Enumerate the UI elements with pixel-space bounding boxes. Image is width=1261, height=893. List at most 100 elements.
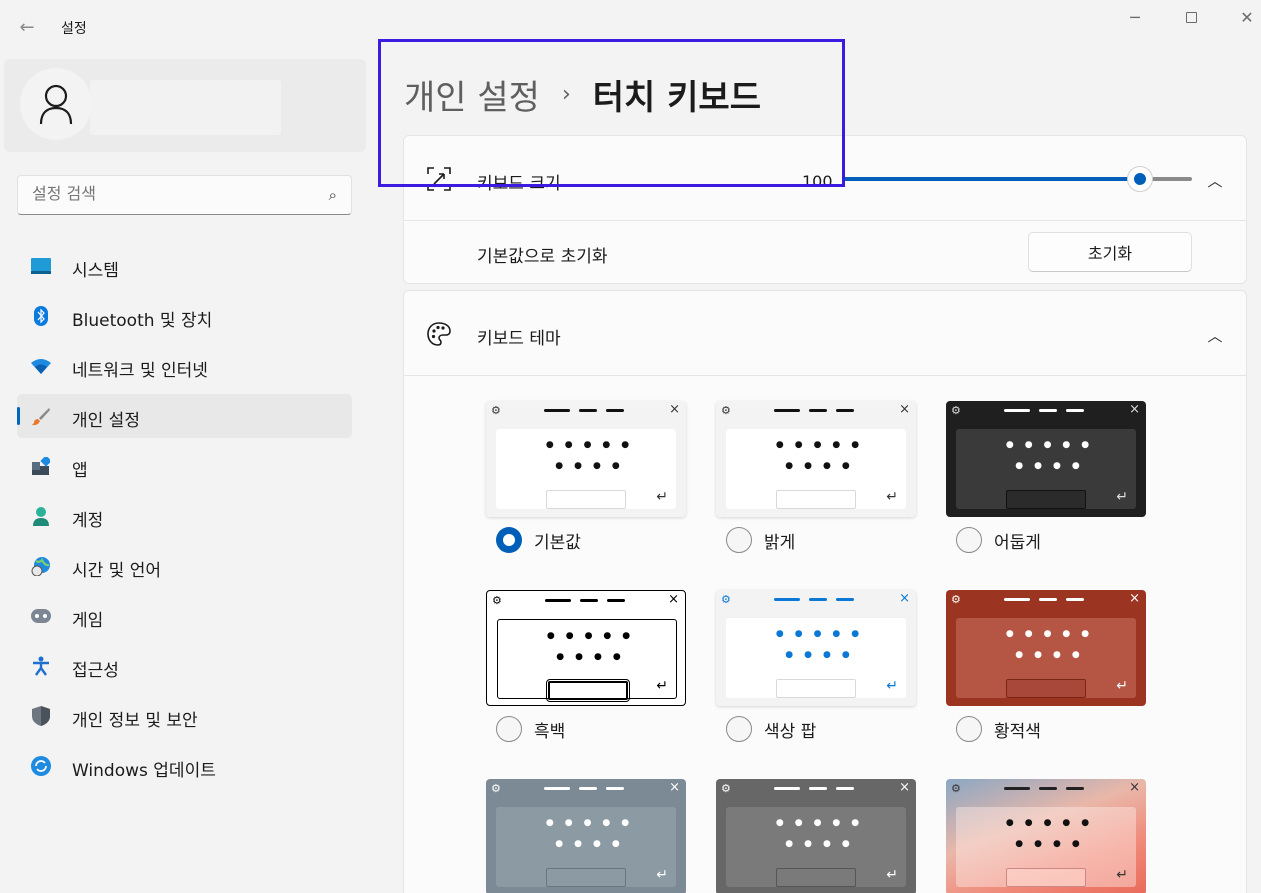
- person-icon: [39, 84, 73, 125]
- radio-button[interactable]: [956, 716, 982, 742]
- reset-button[interactable]: 초기화: [1028, 232, 1192, 272]
- enter-icon: ↵: [656, 489, 668, 505]
- enter-icon: ↵: [886, 489, 898, 505]
- sidebar-item-privacy-security[interactable]: 개인 정보 및 보안: [17, 694, 352, 738]
- close-icon: ×: [668, 592, 679, 607]
- gear-icon: ⚙: [721, 404, 731, 417]
- arrow-left-icon: ←: [19, 17, 35, 38]
- sidebar-item-label: 앱: [72, 461, 88, 481]
- sidebar-item-label: Windows 업데이트: [72, 761, 216, 781]
- sidebar-item-time-language[interactable]: 시간 및 언어: [17, 544, 352, 588]
- preview-lines: [544, 787, 624, 790]
- preview-lines: [1004, 787, 1084, 790]
- theme-preview[interactable]: ⚙ × ●●●●● ●●●● ↵: [946, 590, 1146, 706]
- theme-label: 어둡게: [994, 532, 1041, 553]
- search-box[interactable]: ⌕: [17, 175, 352, 215]
- close-button[interactable]: ✕: [1227, 6, 1261, 30]
- sidebar-item-personalization[interactable]: 개인 설정: [17, 394, 352, 438]
- system-icon: [31, 256, 51, 276]
- enter-icon: ↵: [656, 678, 668, 694]
- sidebar-item-label: 개인 설정: [72, 411, 140, 431]
- theme-radio-row[interactable]: 흑백: [496, 716, 565, 742]
- sidebar-item-windows-update[interactable]: Windows 업데이트: [17, 744, 352, 788]
- preview-lines: [1004, 598, 1084, 601]
- preview-lines: [774, 409, 854, 412]
- theme-radio-row[interactable]: 황적색: [956, 716, 1041, 742]
- gear-icon: ⚙: [492, 594, 502, 607]
- user-profile[interactable]: [4, 59, 366, 152]
- close-icon: ×: [899, 402, 910, 417]
- theme-label: 흑백: [534, 721, 566, 742]
- slider-thumb[interactable]: [1126, 166, 1153, 192]
- shield-icon: [31, 706, 51, 726]
- sidebar-nav: 시스템 Bluetooth 및 장치 네트워크 및 인터넷 개인 설정 앱 계정…: [17, 244, 352, 794]
- sidebar-item-apps[interactable]: 앱: [17, 444, 352, 488]
- close-icon: ×: [669, 780, 680, 795]
- theme-radio-row[interactable]: 밝게: [726, 527, 795, 553]
- close-icon: ×: [669, 402, 680, 417]
- theme-preview[interactable]: ⚙ × ●●●●● ●●●● ↵: [946, 779, 1146, 893]
- preview-body: ●●●●● ●●●● ↵: [956, 618, 1136, 698]
- apps-icon: [31, 456, 51, 476]
- theme-label: 기본값: [534, 532, 581, 553]
- enter-icon: ↵: [1116, 678, 1128, 694]
- sidebar-item-network[interactable]: 네트워크 및 인터넷: [17, 344, 352, 388]
- palette-icon: [426, 321, 452, 347]
- enter-icon: ↵: [1116, 489, 1128, 505]
- back-button[interactable]: ←: [16, 16, 38, 40]
- theme-radio-row[interactable]: 색상 팝: [726, 716, 816, 742]
- sidebar-item-accounts[interactable]: 계정: [17, 494, 352, 538]
- sidebar-item-label: 시스템: [72, 261, 119, 281]
- preview-lines: [774, 598, 854, 601]
- preview-body: ●●●●● ●●●● ↵: [726, 807, 906, 887]
- radio-button[interactable]: [726, 716, 752, 742]
- theme-preview[interactable]: ⚙ × ●●●●● ●●●● ↵: [486, 401, 686, 517]
- theme-preview[interactable]: ⚙ × ●●●●● ●●●● ↵: [716, 590, 916, 706]
- preview-body: ●●●●● ●●●● ↵: [956, 429, 1136, 509]
- theme-preview[interactable]: ⚙ × ●●●●● ●●●● ↵: [486, 779, 686, 893]
- theme-preview[interactable]: ⚙ × ●●●●● ●●●● ↵: [486, 590, 686, 706]
- preview-lines: [544, 409, 624, 412]
- preview-spacebar: [776, 868, 856, 887]
- radio-button[interactable]: [956, 527, 982, 553]
- sidebar-item-bluetooth[interactable]: Bluetooth 및 장치: [17, 294, 352, 338]
- gear-icon: ⚙: [951, 404, 961, 417]
- search-input[interactable]: [32, 184, 302, 203]
- chevron-up-icon[interactable]: ︿: [1206, 170, 1224, 190]
- reset-label: 기본값으로 초기화: [477, 247, 608, 267]
- preview-spacebar: [546, 868, 626, 887]
- sidebar-item-system[interactable]: 시스템: [17, 244, 352, 288]
- radio-button[interactable]: [726, 527, 752, 553]
- keyboard-theme-card: 키보드 테마 ︿ ⚙ × ●●●●● ●●●● ↵ 기본값 ⚙ × ●●●●●: [403, 290, 1247, 893]
- search-icon[interactable]: ⌕: [329, 186, 337, 204]
- account-icon: [31, 506, 51, 526]
- theme-preview[interactable]: ⚙ × ●●●●● ●●●● ↵: [716, 779, 916, 893]
- minimize-button[interactable]: ─: [1115, 6, 1155, 30]
- minimize-icon: ─: [1130, 8, 1140, 27]
- avatar: [20, 68, 92, 140]
- maximize-button[interactable]: [1171, 6, 1211, 30]
- theme-radio-row[interactable]: 어둡게: [956, 527, 1041, 553]
- update-icon: [31, 756, 51, 776]
- chevron-up-icon[interactable]: ︿: [1206, 325, 1224, 345]
- theme-label: 황적색: [994, 721, 1041, 742]
- preview-spacebar: [1006, 868, 1086, 887]
- preview-spacebar: [1006, 490, 1086, 509]
- sidebar-item-accessibility[interactable]: 접근성: [17, 644, 352, 688]
- sidebar-item-label: 계정: [72, 511, 104, 531]
- sidebar-item-gaming[interactable]: 게임: [17, 594, 352, 638]
- theme-preview[interactable]: ⚙ × ●●●●● ●●●● ↵: [716, 401, 916, 517]
- highlight-box: [378, 39, 845, 187]
- close-icon: ×: [899, 591, 910, 606]
- radio-button[interactable]: [496, 716, 522, 742]
- gamepad-icon: [31, 606, 51, 626]
- keyboard-size-slider[interactable]: [842, 166, 1192, 192]
- brush-icon: [31, 406, 51, 426]
- close-icon: ×: [1129, 402, 1140, 417]
- theme-radio-row[interactable]: 기본값: [496, 527, 581, 553]
- sidebar-item-label: 시간 및 언어: [72, 561, 162, 581]
- preview-body: ●●●●● ●●●● ↵: [956, 807, 1136, 887]
- radio-button[interactable]: [496, 527, 522, 553]
- theme-preview[interactable]: ⚙ × ●●●●● ●●●● ↵: [946, 401, 1146, 517]
- gear-icon: ⚙: [951, 782, 961, 795]
